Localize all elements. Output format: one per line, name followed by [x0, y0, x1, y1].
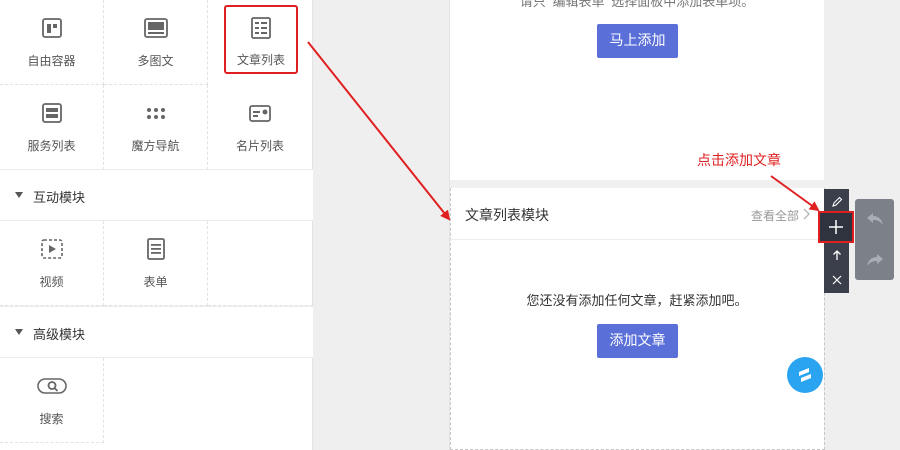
free-container-icon [41, 18, 62, 38]
component-form[interactable]: 表单 [104, 221, 208, 306]
component-business-card-list[interactable]: 名片列表 [208, 85, 313, 170]
module-divider [450, 180, 825, 188]
chevron-right-icon [803, 208, 811, 220]
section-title: 互动模块 [33, 191, 86, 206]
module-title: 文章列表模块 [465, 208, 549, 224]
component-search[interactable]: 搜索 [0, 358, 104, 443]
empty-articles-message: 您还没有添加任何文章，赶紧添加吧。 [526, 294, 748, 309]
arrow-to-module [307, 41, 451, 221]
plus-icon [829, 220, 843, 234]
move-up-button[interactable] [824, 242, 849, 268]
collapse-triangle-icon [15, 192, 23, 198]
arrow-up-icon [832, 250, 841, 260]
multi-image-text-icon [143, 18, 168, 38]
undo-icon [866, 213, 883, 225]
close-icon [832, 275, 841, 285]
section-title: 高级模块 [33, 328, 86, 343]
component-label: 服务列表 [27, 139, 76, 153]
view-all-link[interactable]: 查看全部 [751, 207, 799, 224]
component-label: 多图文 [137, 54, 174, 68]
redo-button[interactable] [855, 240, 894, 280]
component-article-list[interactable]: 文章列表 [224, 5, 298, 74]
delete-module-button[interactable] [824, 267, 849, 293]
advanced-module-grid: 搜索 [0, 358, 313, 443]
annotation-label: 点击添加文章 [697, 153, 781, 169]
module-toolbar [818, 189, 854, 293]
service-list-icon [41, 103, 62, 123]
basic-module-grid: 自由容器 多图文 文章列表 服务列表 魔方导航 名片列表 [0, 0, 313, 170]
component-multi-image-text[interactable]: 多图文 [104, 0, 208, 85]
component-video[interactable]: 视频 [0, 221, 104, 306]
add-now-button[interactable]: 马上添加 [597, 24, 678, 58]
component-label: 魔方导航 [131, 139, 180, 153]
history-toolbar [855, 199, 894, 280]
component-panel: 自由容器 多图文 文章列表 服务列表 魔方导航 名片列表 互动模块 视频 表单 … [0, 0, 313, 450]
pencil-icon [831, 196, 842, 207]
article-list-icon [251, 17, 271, 39]
form-empty-hint: 请只“编辑表单”选择面板中添加表单项。 [519, 0, 755, 10]
collapse-triangle-icon [15, 329, 23, 335]
add-article-toolbar-button[interactable] [818, 211, 854, 243]
component-magic-cube-nav[interactable]: 魔方导航 [104, 85, 208, 170]
phone-preview: 请只“编辑表单”选择面板中添加表单项。 马上添加 文章列表模块 查看全部 您还没… [449, 0, 825, 450]
undo-button[interactable] [855, 199, 894, 239]
component-label: 名片列表 [235, 139, 284, 153]
support-float-button[interactable] [787, 357, 823, 393]
component-label: 文章列表 [236, 53, 285, 67]
component-service-list[interactable]: 服务列表 [0, 85, 104, 170]
brand-logo-icon [799, 368, 811, 382]
interactive-module-grid: 视频 表单 [0, 221, 313, 306]
search-icon [36, 378, 67, 394]
redo-icon [866, 254, 883, 266]
component-label: 视频 [39, 275, 64, 289]
empty-cell [208, 221, 313, 306]
business-card-list-icon [249, 105, 271, 122]
component-free-container[interactable]: 自由容器 [0, 0, 104, 85]
magic-cube-nav-icon [146, 108, 165, 119]
component-label: 表单 [143, 275, 168, 289]
section-interactive-modules[interactable]: 互动模块 [0, 169, 313, 221]
article-list-module-header[interactable]: 文章列表模块 查看全部 [450, 188, 825, 240]
section-advanced-modules[interactable]: 高级模块 [0, 306, 313, 358]
add-article-button[interactable]: 添加文章 [597, 324, 678, 358]
component-label: 搜索 [39, 412, 64, 426]
video-icon [40, 239, 63, 259]
component-label: 自由容器 [27, 54, 76, 68]
form-icon [146, 238, 165, 260]
